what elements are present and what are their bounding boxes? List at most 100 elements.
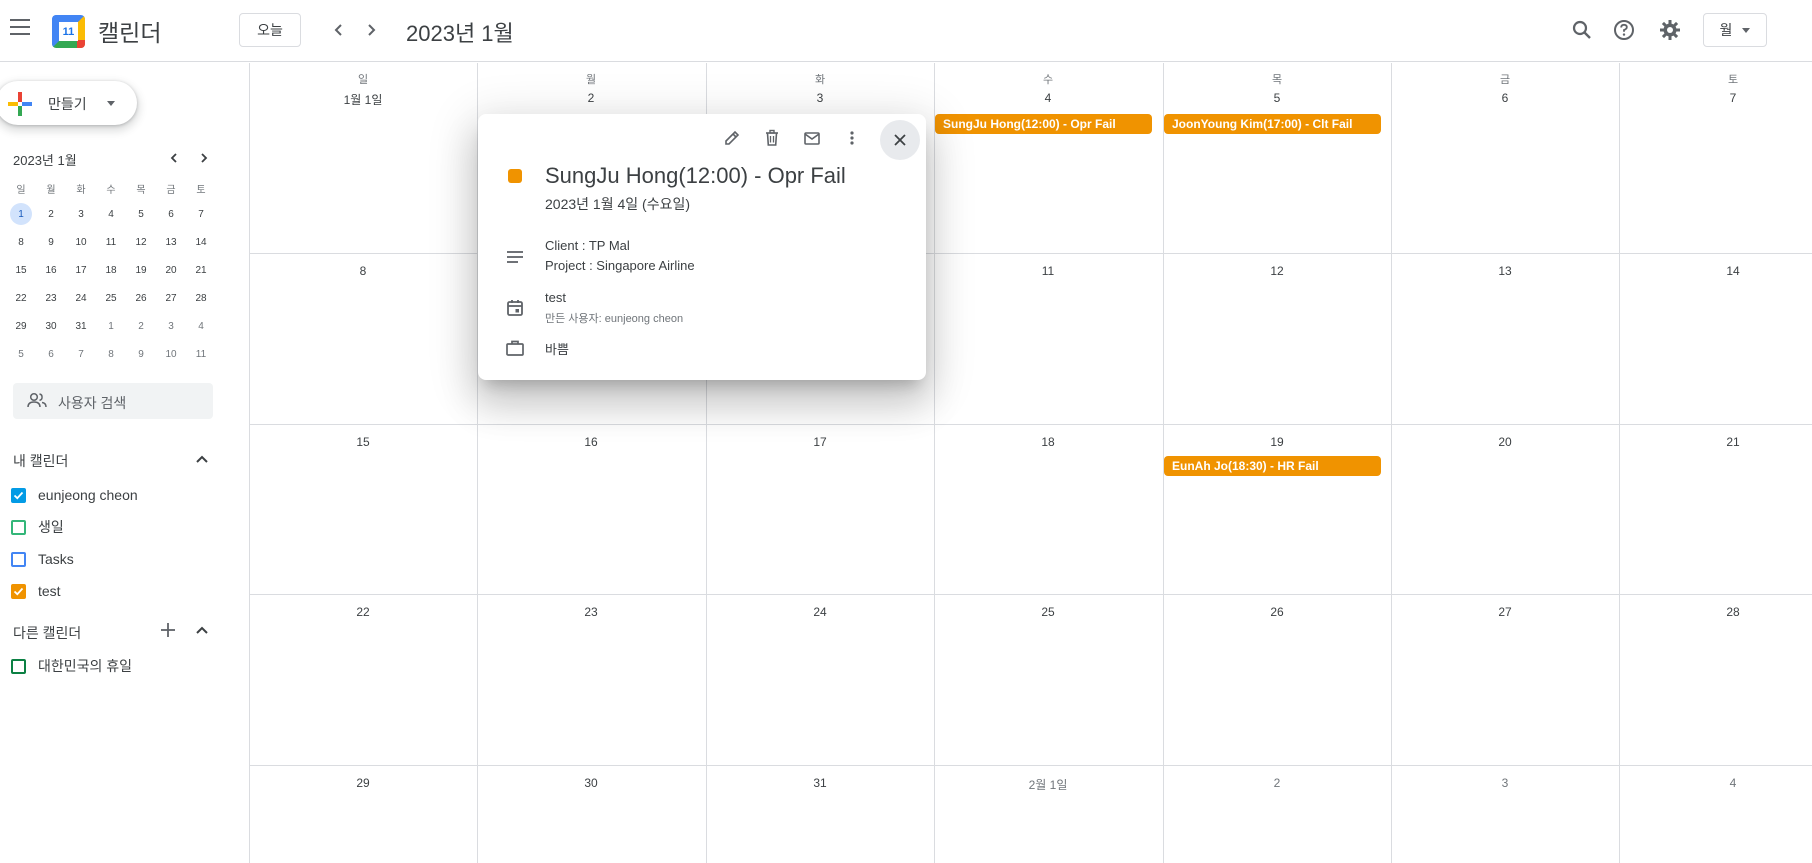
- day-cell[interactable]: [249, 595, 477, 765]
- mini-day[interactable]: 4: [186, 312, 216, 340]
- calendar-checkbox[interactable]: [11, 583, 26, 599]
- mini-day[interactable]: 31: [66, 312, 96, 340]
- day-cell[interactable]: [1163, 595, 1391, 765]
- mini-day[interactable]: 27: [156, 284, 186, 312]
- day-number[interactable]: 4: [1619, 776, 1812, 790]
- calendar-item[interactable]: test: [11, 579, 61, 603]
- help-button[interactable]: [1610, 16, 1638, 44]
- day-number[interactable]: 3: [1391, 776, 1619, 790]
- day-number[interactable]: 8: [249, 264, 477, 278]
- day-cell[interactable]: [1619, 595, 1812, 765]
- settings-button[interactable]: [1656, 16, 1684, 44]
- mini-day[interactable]: 21: [186, 256, 216, 284]
- create-button[interactable]: 만들기: [0, 81, 137, 125]
- calendar-checkbox[interactable]: [11, 519, 26, 535]
- next-month-button[interactable]: [357, 16, 385, 44]
- mini-day[interactable]: 11: [96, 228, 126, 256]
- calendar-logo[interactable]: 11: [52, 15, 85, 48]
- day-number[interactable]: 7: [1619, 91, 1812, 105]
- search-button[interactable]: [1568, 16, 1596, 44]
- day-cell[interactable]: [934, 425, 1162, 594]
- mini-day[interactable]: 7: [66, 340, 96, 368]
- day-cell[interactable]: [934, 595, 1162, 765]
- day-number[interactable]: 11: [934, 264, 1162, 278]
- day-number[interactable]: 25: [934, 605, 1162, 619]
- mini-day[interactable]: 10: [156, 340, 186, 368]
- day-number[interactable]: 6: [1391, 91, 1619, 105]
- calendar-checkbox[interactable]: [11, 551, 26, 567]
- day-number[interactable]: 2월 1일: [934, 776, 1162, 793]
- mini-day[interactable]: 4: [96, 200, 126, 228]
- day-number[interactable]: 31: [706, 776, 934, 790]
- day-number[interactable]: 24: [706, 605, 934, 619]
- day-cell[interactable]: [1619, 254, 1812, 424]
- mini-day[interactable]: 29: [6, 312, 36, 340]
- day-cell[interactable]: [706, 595, 934, 765]
- day-cell[interactable]: [1391, 595, 1619, 765]
- day-number[interactable]: 5: [1163, 91, 1391, 105]
- mini-day[interactable]: 24: [66, 284, 96, 312]
- day-number[interactable]: 3: [706, 91, 934, 105]
- mini-day[interactable]: 19: [126, 256, 156, 284]
- calendar-item[interactable]: eunjeong cheon: [11, 483, 138, 507]
- main-menu-icon[interactable]: [10, 19, 30, 35]
- day-number[interactable]: 22: [249, 605, 477, 619]
- day-number[interactable]: 17: [706, 435, 934, 449]
- calendar-checkbox[interactable]: [11, 658, 26, 674]
- mini-day[interactable]: 17: [66, 256, 96, 284]
- mini-day[interactable]: 12: [126, 228, 156, 256]
- view-selector-dropdown[interactable]: 월: [1703, 13, 1767, 47]
- mini-day[interactable]: 8: [96, 340, 126, 368]
- day-cell[interactable]: [477, 425, 705, 594]
- day-number[interactable]: 13: [1391, 264, 1619, 278]
- mini-day[interactable]: 2: [126, 312, 156, 340]
- mini-day[interactable]: 9: [126, 340, 156, 368]
- day-number[interactable]: 1월 1일: [249, 91, 477, 108]
- day-number[interactable]: 15: [249, 435, 477, 449]
- delete-event-button[interactable]: [758, 124, 786, 152]
- calendar-item[interactable]: Tasks: [11, 547, 74, 571]
- mini-day[interactable]: 1: [6, 200, 36, 228]
- day-number[interactable]: 28: [1619, 605, 1812, 619]
- calendar-event-chip[interactable]: JoonYoung Kim(17:00) - Clt Fail: [1164, 114, 1381, 134]
- mini-day[interactable]: 6: [36, 340, 66, 368]
- day-number[interactable]: 29: [249, 776, 477, 790]
- day-cell[interactable]: [249, 425, 477, 594]
- mini-day[interactable]: 22: [6, 284, 36, 312]
- mini-day[interactable]: 14: [186, 228, 216, 256]
- close-popup-button[interactable]: [880, 120, 920, 160]
- mini-day[interactable]: 3: [156, 312, 186, 340]
- edit-event-button[interactable]: [718, 124, 746, 152]
- day-cell[interactable]: [477, 595, 705, 765]
- collapse-my-calendars-button[interactable]: [190, 447, 214, 471]
- mini-next-month-button[interactable]: [192, 148, 216, 168]
- day-cell[interactable]: [1163, 425, 1391, 594]
- calendar-checkbox[interactable]: [11, 487, 26, 503]
- day-number[interactable]: 26: [1163, 605, 1391, 619]
- mini-day[interactable]: 18: [96, 256, 126, 284]
- mini-day[interactable]: 20: [156, 256, 186, 284]
- calendar-event-chip[interactable]: SungJu Hong(12:00) - Opr Fail: [935, 114, 1152, 134]
- day-cell[interactable]: [706, 425, 934, 594]
- more-options-button[interactable]: [838, 124, 866, 152]
- day-number[interactable]: 4: [934, 91, 1162, 105]
- day-number[interactable]: 16: [477, 435, 705, 449]
- collapse-other-calendars-button[interactable]: [190, 618, 214, 642]
- mini-day[interactable]: 5: [126, 200, 156, 228]
- day-cell[interactable]: [1163, 254, 1391, 424]
- day-cell[interactable]: [1391, 254, 1619, 424]
- day-number[interactable]: 12: [1163, 264, 1391, 278]
- today-button[interactable]: 오늘: [239, 13, 301, 47]
- day-number[interactable]: 30: [477, 776, 705, 790]
- calendar-event-chip[interactable]: EunAh Jo(18:30) - HR Fail: [1164, 456, 1381, 476]
- mini-day[interactable]: 7: [186, 200, 216, 228]
- mini-day[interactable]: 30: [36, 312, 66, 340]
- day-number[interactable]: 18: [934, 435, 1162, 449]
- day-cell[interactable]: [249, 254, 477, 424]
- previous-month-button[interactable]: [325, 16, 353, 44]
- calendar-item[interactable]: 생일: [11, 515, 64, 539]
- mini-day[interactable]: 8: [6, 228, 36, 256]
- day-number[interactable]: 2: [477, 91, 705, 105]
- mini-day[interactable]: 28: [186, 284, 216, 312]
- mini-day[interactable]: 16: [36, 256, 66, 284]
